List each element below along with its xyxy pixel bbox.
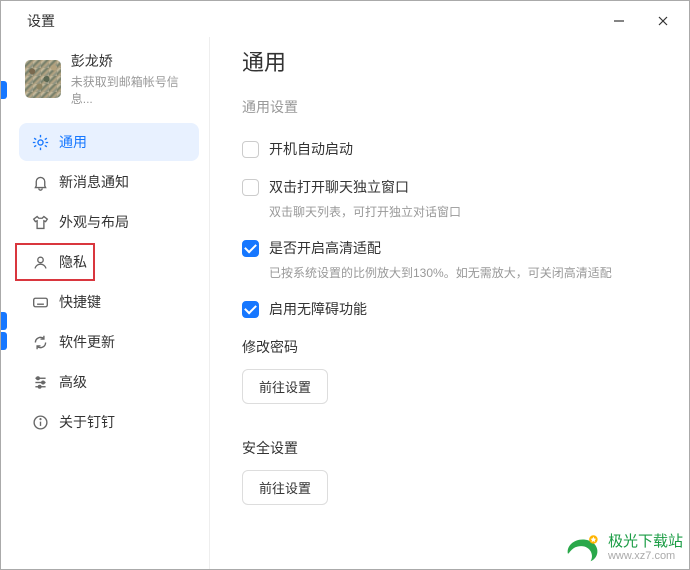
sidebar-item-general[interactable]: 通用 — [19, 123, 199, 161]
section-label-general: 通用设置 — [242, 97, 665, 117]
brand-url: www.xz7.com — [608, 550, 683, 562]
sidebar-item-label: 通用 — [59, 132, 87, 152]
section-label-password: 修改密码 — [242, 337, 665, 357]
label-dblclick-window: 双击打开聊天独立窗口 — [269, 177, 409, 197]
checkbox-hidpi[interactable] — [242, 240, 259, 257]
profile-name: 彭龙娇 — [71, 51, 193, 71]
sidebar-item-label: 隐私 — [59, 252, 87, 272]
brand-logo-icon — [562, 531, 604, 565]
sidebar-item-label: 新消息通知 — [59, 172, 129, 192]
window-title: 设置 — [27, 11, 55, 31]
label-accessibility: 启用无障碍功能 — [269, 299, 367, 319]
sidebar-item-shortcuts[interactable]: 快捷键 — [19, 283, 199, 321]
checkbox-accessibility[interactable] — [242, 301, 259, 318]
sidebar-item-notifications[interactable]: 新消息通知 — [19, 163, 199, 201]
goto-security-settings-button[interactable]: 前往设置 — [242, 470, 328, 505]
bell-icon — [31, 173, 49, 191]
gear-icon — [31, 133, 49, 151]
profile-sub: 未获取到邮箱帐号信息... — [71, 73, 193, 107]
info-icon — [31, 413, 49, 431]
keyboard-icon — [31, 293, 49, 311]
checkbox-dblclick-window[interactable] — [242, 179, 259, 196]
person-icon — [31, 253, 49, 271]
sidebar-item-privacy[interactable]: 隐私 — [19, 243, 199, 281]
sidebar-item-label: 快捷键 — [59, 292, 101, 312]
brand-name: 极光下载站 — [608, 534, 683, 551]
avatar — [25, 60, 61, 98]
close-button[interactable] — [649, 11, 677, 31]
refresh-icon — [31, 333, 49, 351]
sidebar-item-about[interactable]: 关于钉钉 — [19, 403, 199, 441]
shirt-icon — [31, 213, 49, 231]
desc-hidpi: 已按系统设置的比例放大到130%。如无需放大，可关闭高清适配 — [269, 264, 665, 281]
section-label-security: 安全设置 — [242, 438, 665, 458]
desc-dblclick-window: 双击聊天列表，可打开独立对话窗口 — [269, 203, 665, 220]
sidebar-item-label: 软件更新 — [59, 332, 115, 352]
sidebar-item-advanced[interactable]: 高级 — [19, 363, 199, 401]
sidebar-item-appearance[interactable]: 外观与布局 — [19, 203, 199, 241]
checkbox-autostart[interactable] — [242, 141, 259, 158]
vertical-divider — [209, 37, 210, 569]
brand-watermark: 极光下载站 www.xz7.com — [562, 531, 683, 565]
page-heading: 通用 — [242, 45, 665, 77]
sidebar-item-label: 关于钉钉 — [59, 412, 115, 432]
minimize-button[interactable] — [605, 11, 633, 31]
goto-password-settings-button[interactable]: 前往设置 — [242, 369, 328, 404]
left-indicator-strip — [1, 37, 9, 569]
label-hidpi: 是否开启高清适配 — [269, 238, 381, 258]
sidebar-item-label: 高级 — [59, 372, 87, 392]
sliders-icon — [31, 373, 49, 391]
label-autostart: 开机自动启动 — [269, 139, 353, 159]
sidebar-item-label: 外观与布局 — [59, 212, 129, 232]
profile-block[interactable]: 彭龙娇 未获取到邮箱帐号信息... — [19, 37, 199, 123]
sidebar-item-updates[interactable]: 软件更新 — [19, 323, 199, 361]
